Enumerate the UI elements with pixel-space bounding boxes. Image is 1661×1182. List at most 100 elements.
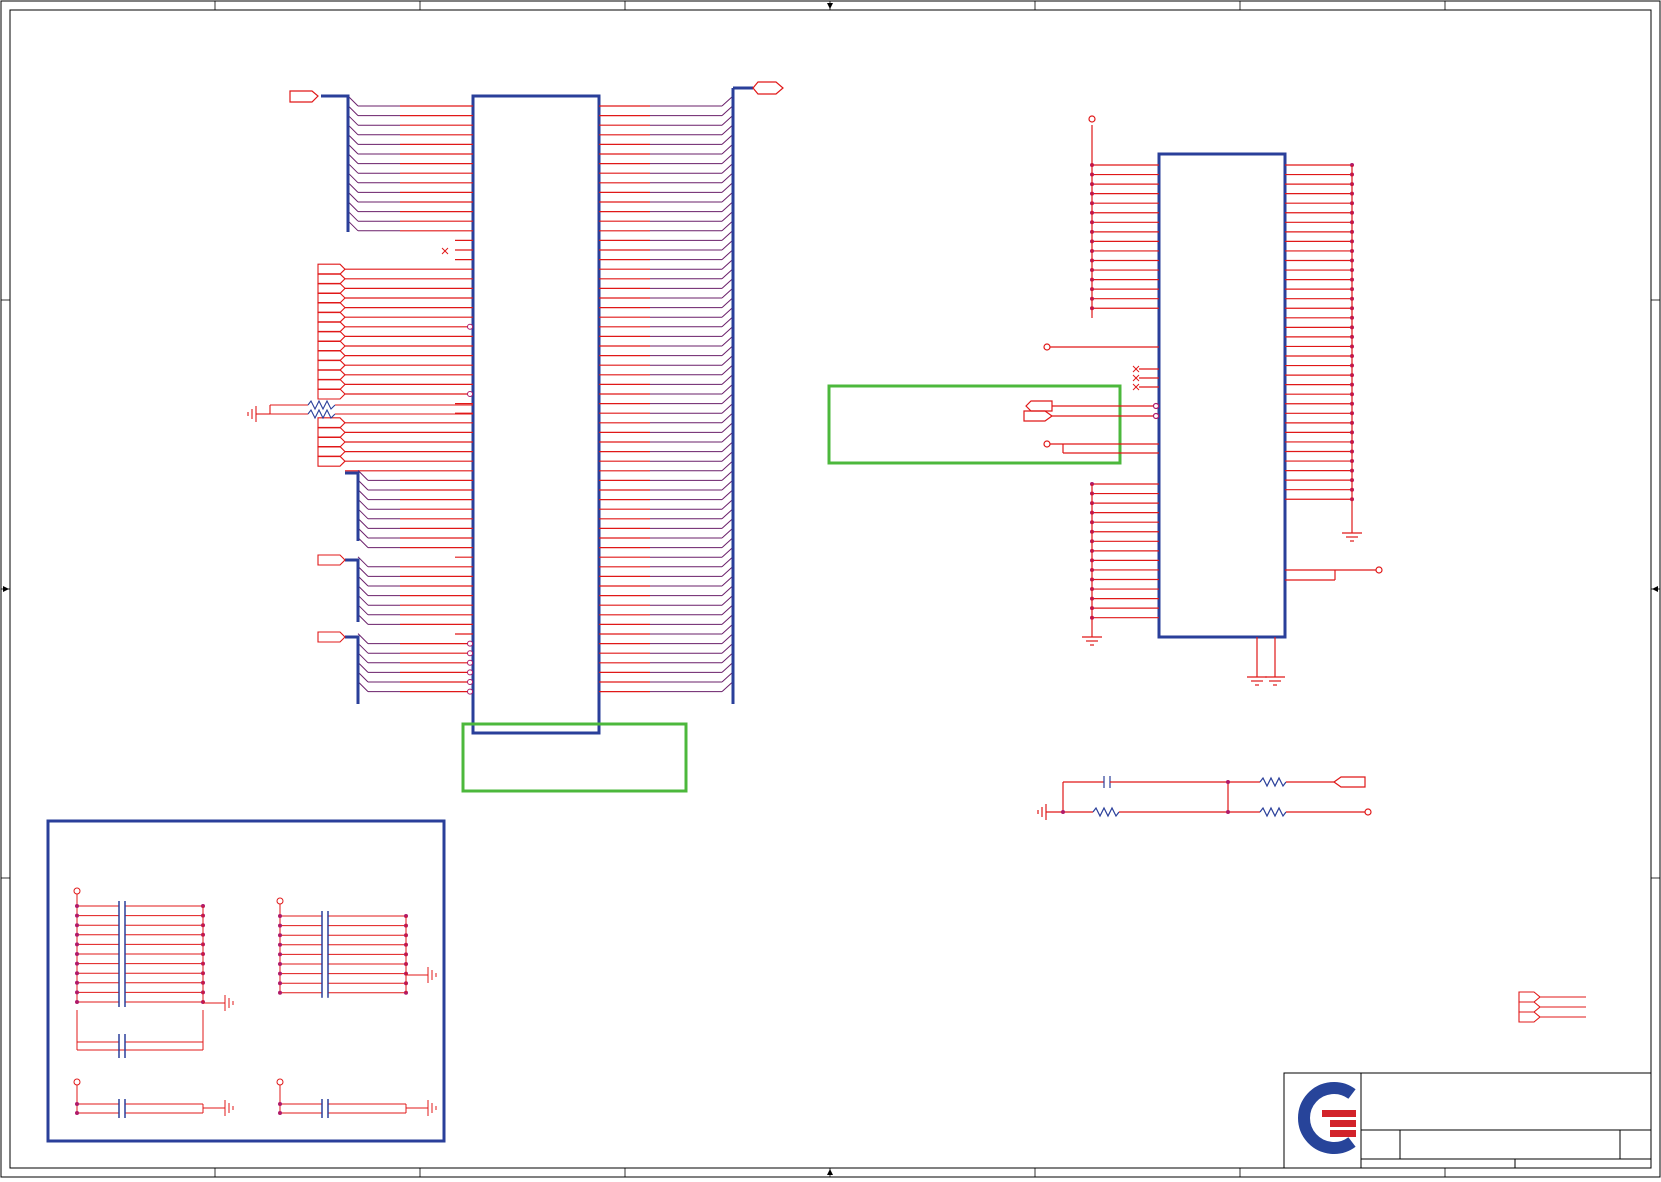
u1-right-bus-entry: [721, 364, 734, 376]
cap-dot: [278, 914, 282, 918]
u1-port-flag: [317, 426, 346, 438]
u1-port-flag: [317, 417, 346, 429]
u1-offpage-flag-left: [289, 90, 319, 103]
u1-port-flag: [317, 273, 346, 285]
u1-right-bus-entry: [721, 383, 734, 395]
u1-port-flag: [317, 263, 346, 275]
u1-right-bus-entry: [721, 162, 734, 174]
u1-right-bus-entry: [721, 479, 734, 491]
u1-noconnect: [441, 247, 449, 255]
u2-ground-symbols: [1082, 532, 1362, 686]
u1-left-bus-mid: [345, 471, 360, 541]
u1-right-bus-entry: [721, 556, 734, 568]
cap-dot: [75, 942, 79, 947]
u2-right-pins: [1285, 164, 1352, 500]
decoupling-box: [46, 819, 446, 1143]
u1-right-bus-entry: [721, 681, 734, 692]
u1-right-bus-entry: [721, 374, 734, 385]
u1-port-flag: [317, 446, 346, 458]
cap-dot: [75, 952, 79, 956]
u1-port-flag: [317, 330, 346, 342]
cap-dot: [278, 923, 282, 928]
u1-port-flag: [317, 321, 346, 333]
u1-right-bus-entry: [721, 623, 734, 635]
u1-port-flag: [317, 282, 346, 294]
highlight-box-middle: [827, 384, 1122, 465]
title-block: [1283, 1072, 1652, 1169]
u1-right-bus-entry: [721, 124, 734, 136]
u1-pin-dot: [467, 323, 473, 330]
u1-right-bus-entry: [721, 153, 734, 164]
u1-port-flag: [317, 359, 346, 371]
u1-left-bus-low1: [345, 558, 360, 622]
u1-right-bus-entry: [721, 662, 734, 673]
u1-right-bus-entry: [721, 470, 734, 481]
u1-right-bus-entry: [721, 460, 734, 472]
u1-pin-dot: [467, 640, 473, 647]
cap-dot: [278, 971, 282, 976]
u1-right-bus-entry: [721, 210, 734, 222]
u1-right-bus-entry: [721, 614, 734, 625]
u1-pin-dot: [467, 659, 473, 666]
u1-port-flag: [317, 455, 346, 467]
u1-right-bus-entry: [721, 268, 734, 280]
u1-right-bus-entry: [721, 278, 734, 289]
u1-right-bus-entry: [721, 393, 734, 404]
u1-port-flag: [317, 292, 346, 304]
cap-dot: [75, 923, 79, 928]
schematic-canvas: [0, 0, 1661, 1178]
u1-right-bus-entry: [721, 633, 734, 644]
u1-right-bus-entry: [721, 642, 734, 654]
cap-dot: [75, 904, 79, 908]
u1-right-bus-entry: [721, 220, 734, 232]
company-logo: [1298, 1082, 1356, 1154]
cap-dot: [278, 942, 282, 947]
u1-right-bus-entry: [721, 508, 734, 520]
u1-right-bus-entry: [721, 546, 734, 558]
u1-right-bus-entry: [721, 134, 734, 145]
zone-ticks: [1, 1, 1660, 1177]
u1-right-bus-entry: [721, 287, 734, 299]
u1-right-bus-entry: [721, 498, 734, 510]
cap-dot: [75, 1102, 79, 1106]
u1-right-bus-entry: [721, 95, 734, 107]
u1-port-flag: [317, 436, 346, 448]
u1-right-bus-entry: [721, 249, 734, 260]
u1-right-bus-entry: [721, 316, 734, 328]
u1-port-flag: [317, 369, 346, 381]
u1-port-flag: [317, 302, 346, 314]
u1-right-bus-entry: [721, 566, 734, 577]
u1-port-flag: [317, 378, 346, 390]
capacitor-banks: [73, 887, 437, 1118]
u1-pin-dot: [467, 679, 473, 685]
u1-left-bus-low2: [345, 635, 360, 704]
u1-right-bus-entry: [721, 575, 734, 587]
u1-port-flag: [317, 631, 346, 643]
u1-right-bus-entry: [721, 594, 734, 606]
u1-right-bus-entry: [721, 652, 734, 664]
u1-right-bus-entry: [721, 585, 734, 596]
center-markers: [3, 3, 1658, 1175]
u1-offpage-flag-right: [752, 81, 784, 95]
u1-right-bus-entry: [721, 306, 734, 318]
cap-dot: [75, 913, 79, 918]
cap-rail-terminal: [276, 897, 284, 905]
u1-right-bus-entry: [721, 143, 734, 155]
u1-right-bus-entry: [721, 326, 734, 337]
u1-right-bus-entry: [721, 258, 734, 270]
cap-dot: [75, 990, 79, 995]
cap-dot: [75, 1000, 79, 1004]
u1-right-bus: [731, 86, 753, 704]
cap-dot: [75, 971, 79, 976]
cap-rail-terminal: [73, 887, 81, 895]
cap-dot: [278, 1102, 282, 1106]
u1-right-bus-entry: [721, 335, 734, 347]
u1-gnd-resistors: [247, 399, 473, 422]
cap-dot: [278, 952, 282, 957]
offpage-port-flags: [1518, 991, 1586, 1023]
u1-port-flag: [317, 350, 346, 362]
u1-port-flag: [317, 388, 346, 400]
u2-body: [1157, 152, 1287, 639]
u1-right-bus-entry: [721, 450, 734, 462]
u1-pin-dot: [467, 688, 473, 695]
